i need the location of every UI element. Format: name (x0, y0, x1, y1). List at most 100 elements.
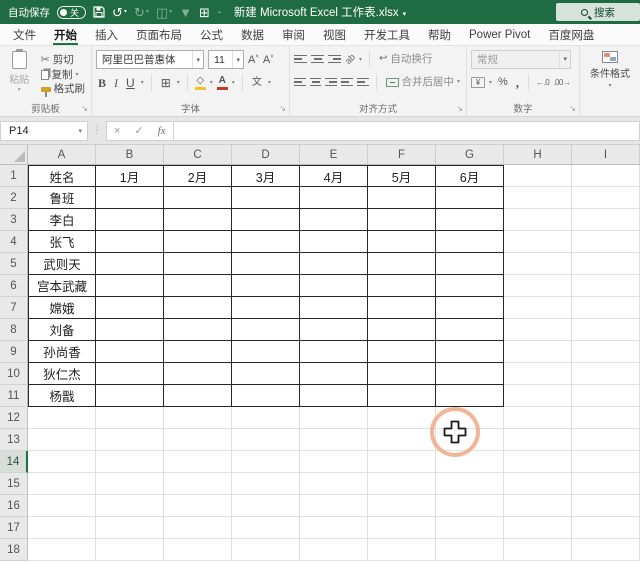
cell-F5[interactable] (368, 253, 436, 275)
cell-A2[interactable]: 鲁班 (28, 187, 96, 209)
cell-E3[interactable] (300, 209, 368, 231)
cell-G11[interactable] (436, 385, 504, 407)
copy-button[interactable]: 复制 ▾ (39, 69, 88, 82)
cell-A18[interactable] (28, 539, 96, 561)
cell-C18[interactable] (164, 539, 232, 561)
cell-B10[interactable] (96, 363, 164, 385)
column-header-C[interactable]: C (164, 145, 232, 165)
cell-F12[interactable] (368, 407, 436, 429)
cell-G10[interactable] (436, 363, 504, 385)
cell-A1[interactable]: 姓名 (28, 165, 96, 187)
middle-align-button[interactable] (311, 54, 324, 64)
cell-F8[interactable] (368, 319, 436, 341)
comma-style-button[interactable]: , (514, 76, 521, 89)
cell-F13[interactable] (368, 429, 436, 451)
cell-F1[interactable]: 5月 (368, 165, 436, 187)
align-center-button[interactable] (309, 77, 322, 87)
cell-B16[interactable] (96, 495, 164, 517)
cell-H12[interactable] (504, 407, 572, 429)
cell-G7[interactable] (436, 297, 504, 319)
row-header-12[interactable]: 12 (0, 407, 28, 429)
cell-C7[interactable] (164, 297, 232, 319)
cell-F16[interactable] (368, 495, 436, 517)
cell-A17[interactable] (28, 517, 96, 539)
tab-页面布局[interactable]: 页面布局 (127, 24, 191, 45)
cell-G16[interactable] (436, 495, 504, 517)
cell-D9[interactable] (232, 341, 300, 363)
name-box[interactable]: P14 ▾ (0, 120, 88, 141)
cancel-button[interactable]: × (107, 125, 127, 137)
row-header-15[interactable]: 15 (0, 473, 28, 495)
cell-F2[interactable] (368, 187, 436, 209)
cell-G1[interactable]: 6月 (436, 165, 504, 187)
cell-H18[interactable] (504, 539, 572, 561)
cell-C6[interactable] (164, 275, 232, 297)
cell-C9[interactable] (164, 341, 232, 363)
font-name-combo[interactable]: 阿里巴巴普惠体 ▾ (96, 50, 204, 69)
paste-button[interactable]: 粘贴 ▾ (4, 49, 35, 100)
cell-A10[interactable]: 狄仁杰 (28, 363, 96, 385)
tab-审阅[interactable]: 审阅 (273, 24, 314, 45)
column-header-H[interactable]: H (504, 145, 572, 165)
top-align-button[interactable] (294, 54, 307, 64)
cell-F3[interactable] (368, 209, 436, 231)
cell-I14[interactable] (572, 451, 640, 473)
cell-A16[interactable] (28, 495, 96, 517)
cell-G17[interactable] (436, 517, 504, 539)
cell-H4[interactable] (504, 231, 572, 253)
cell-F11[interactable] (368, 385, 436, 407)
row-header-9[interactable]: 9 (0, 341, 28, 363)
cell-C2[interactable] (164, 187, 232, 209)
cell-I17[interactable] (572, 517, 640, 539)
row-header-2[interactable]: 2 (0, 187, 28, 209)
cell-E14[interactable] (300, 451, 368, 473)
customize-qat-button[interactable]: ⌄ (217, 9, 222, 15)
cell-G12[interactable] (436, 407, 504, 429)
cell-D3[interactable] (232, 209, 300, 231)
increase-indent-button[interactable] (356, 77, 369, 87)
cell-C14[interactable] (164, 451, 232, 473)
increase-decimal-button[interactable]: ←.0 (536, 78, 550, 87)
underline-button[interactable]: U (124, 77, 137, 89)
cell-I4[interactable] (572, 231, 640, 253)
font-color-button[interactable]: A (216, 75, 228, 90)
column-header-B[interactable]: B (96, 145, 164, 165)
row-header-18[interactable]: 18 (0, 539, 28, 561)
cell-B12[interactable] (96, 407, 164, 429)
cell-E9[interactable] (300, 341, 368, 363)
cell-G2[interactable] (436, 187, 504, 209)
cell-D4[interactable] (232, 231, 300, 253)
row-header-6[interactable]: 6 (0, 275, 28, 297)
cell-B7[interactable] (96, 297, 164, 319)
cell-F10[interactable] (368, 363, 436, 385)
cell-C12[interactable] (164, 407, 232, 429)
percent-style-button[interactable]: % (496, 76, 510, 88)
cell-D5[interactable] (232, 253, 300, 275)
cell-B18[interactable] (96, 539, 164, 561)
row-header-17[interactable]: 17 (0, 517, 28, 539)
cell-I1[interactable] (572, 165, 640, 187)
merge-center-button[interactable]: 合并后居中 ▾ (384, 76, 463, 89)
cell-G15[interactable] (436, 473, 504, 495)
tab-视图[interactable]: 视图 (314, 24, 355, 45)
cell-B13[interactable] (96, 429, 164, 451)
dialog-launcher-icon[interactable]: ↘ (456, 104, 463, 113)
bottom-align-button[interactable] (328, 54, 341, 64)
tab-帮助[interactable]: 帮助 (419, 24, 460, 45)
row-header-7[interactable]: 7 (0, 297, 28, 319)
cell-E7[interactable] (300, 297, 368, 319)
cell-E17[interactable] (300, 517, 368, 539)
orientation-button[interactable]: ab (343, 52, 357, 66)
cell-I6[interactable] (572, 275, 640, 297)
cell-C5[interactable] (164, 253, 232, 275)
cell-F15[interactable] (368, 473, 436, 495)
cell-A3[interactable]: 李白 (28, 209, 96, 231)
number-format-combo[interactable]: 常规 ▾ (471, 49, 571, 69)
undo-button[interactable]: ↺ ▾ (112, 6, 127, 19)
tab-Power Pivot[interactable]: Power Pivot (460, 24, 539, 45)
cell-D2[interactable] (232, 187, 300, 209)
row-header-11[interactable]: 11 (0, 385, 28, 407)
cell-I16[interactable] (572, 495, 640, 517)
column-header-E[interactable]: E (300, 145, 368, 165)
fill-color-button[interactable]: ◇ (194, 75, 206, 90)
